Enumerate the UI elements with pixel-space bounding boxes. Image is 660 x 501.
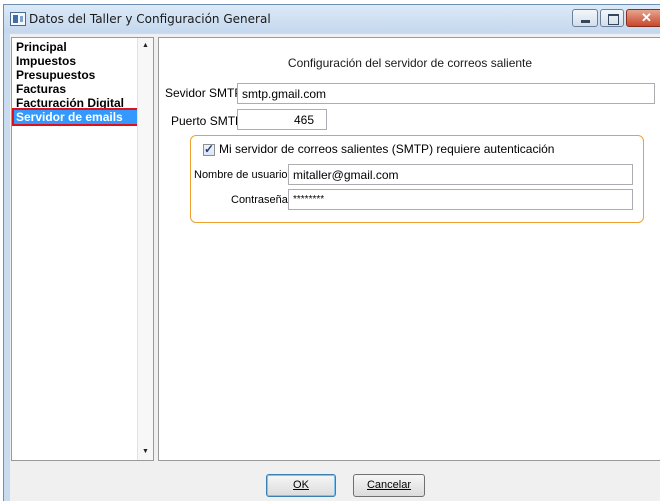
maximize-button[interactable] bbox=[600, 9, 624, 27]
sidebar-items: Principal Impuestos Presupuestos Factura… bbox=[12, 40, 140, 126]
scroll-up-arrow-icon[interactable]: ▲ bbox=[138, 38, 153, 54]
username-input[interactable] bbox=[288, 164, 633, 185]
main-window: Datos del Taller y Configuración General… bbox=[3, 4, 660, 501]
smtp-server-input[interactable] bbox=[237, 83, 655, 104]
sidebar-list[interactable]: Principal Impuestos Presupuestos Factura… bbox=[11, 37, 154, 461]
cancel-button-label: Cancelar bbox=[366, 479, 412, 491]
password-input[interactable] bbox=[288, 189, 633, 210]
sidebar-item-servidor-de-emails[interactable]: Servidor de emails bbox=[12, 108, 140, 126]
app-icon bbox=[10, 12, 26, 26]
auth-checkbox-label[interactable]: Mi servidor de correos salientes (SMTP) … bbox=[219, 142, 554, 156]
username-label: Nombre de usuario bbox=[194, 169, 288, 181]
ok-button[interactable]: OK bbox=[266, 474, 336, 497]
sidebar-item-principal[interactable]: Principal bbox=[14, 40, 138, 54]
minimize-button[interactable] bbox=[572, 9, 598, 27]
window-title: Datos del Taller y Configuración General bbox=[29, 12, 271, 26]
ok-button-label: OK bbox=[293, 479, 309, 491]
sidebar-item-impuestos[interactable]: Impuestos bbox=[14, 54, 138, 68]
panel-heading: Configuración del servidor de correos sa… bbox=[287, 56, 533, 70]
client-area: Principal Impuestos Presupuestos Factura… bbox=[10, 34, 660, 501]
close-button[interactable] bbox=[626, 9, 660, 27]
scroll-down-arrow-icon[interactable]: ▼ bbox=[138, 444, 153, 460]
smtp-port-label: Puerto SMTP bbox=[171, 114, 244, 128]
sidebar-item-presupuestos[interactable]: Presupuestos bbox=[14, 68, 138, 82]
title-bar[interactable]: Datos del Taller y Configuración General bbox=[4, 5, 660, 33]
password-label: Contraseña bbox=[231, 194, 288, 206]
cancel-button[interactable]: Cancelar bbox=[353, 474, 425, 497]
smtp-server-label: Sevidor SMTP bbox=[165, 86, 243, 100]
sidebar-item-facturas[interactable]: Facturas bbox=[14, 82, 138, 96]
authentication-group: Mi servidor de correos salientes (SMTP) … bbox=[190, 135, 644, 223]
smtp-port-input[interactable] bbox=[237, 109, 327, 130]
auth-checkbox[interactable] bbox=[203, 142, 215, 156]
sidebar-item-facturacion-digital[interactable]: Facturación Digital bbox=[14, 96, 138, 110]
smtp-settings-panel: Configuración del servidor de correos sa… bbox=[158, 37, 660, 461]
sidebar-scrollbar[interactable]: ▲ ▼ bbox=[137, 38, 153, 460]
